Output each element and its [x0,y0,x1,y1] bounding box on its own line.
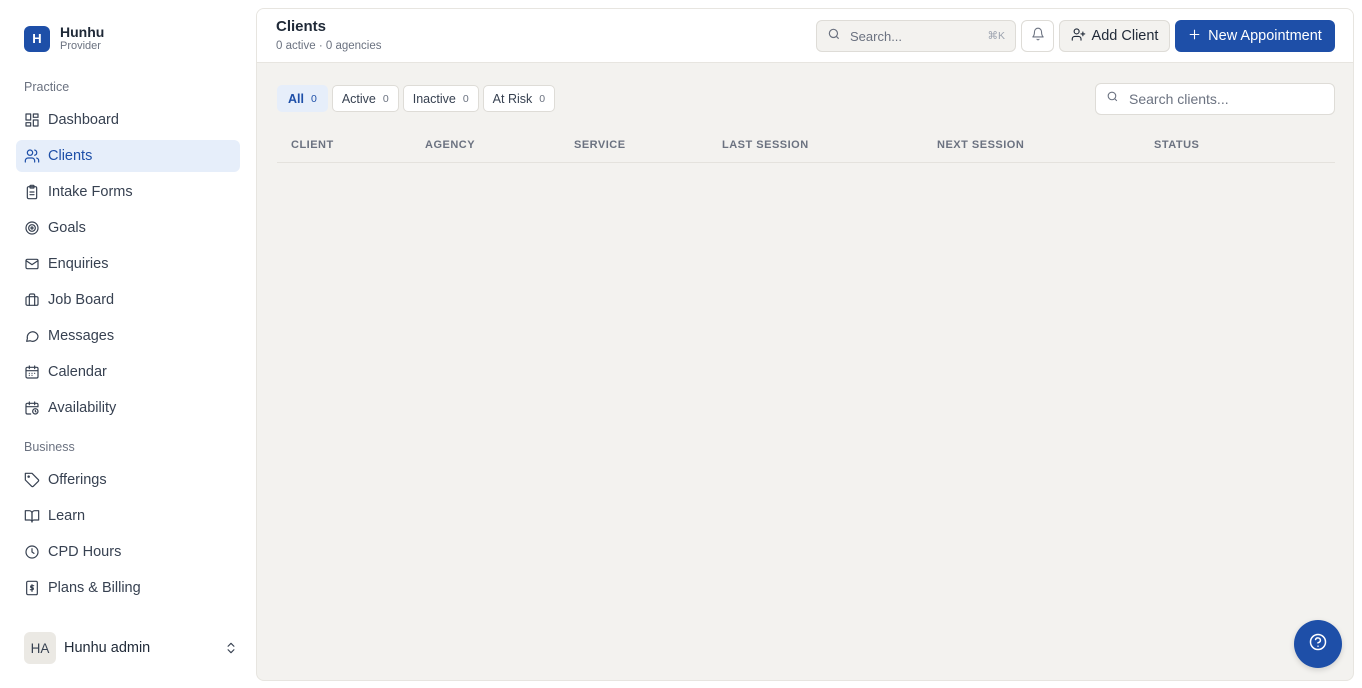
sidebar-item-label: Clients [48,148,93,164]
filter-label: All [288,91,304,106]
sidebar-item-cpd-hours[interactable]: CPD Hours [16,536,240,568]
global-search[interactable]: Search... ⌘K [816,20,1016,52]
sidebar-item-label: Messages [48,328,115,344]
sidebar-item-learn[interactable]: Learn [16,500,240,532]
search-icon [1106,90,1119,108]
calendar-icon [24,364,40,380]
global-search-placeholder: Search... [850,28,903,44]
page-subtitle: 0 active · 0 agencies [276,40,382,52]
sidebar-item-label: Calendar [48,364,107,380]
add-client-label: Add Client [1091,28,1159,44]
user-name: Hunhu admin [64,640,151,656]
message-icon [24,328,40,344]
book-icon [24,508,40,524]
notifications-button[interactable] [1021,20,1054,52]
table-header: CLIENT AGENCY SERVICE LAST SESSION NEXT … [277,132,1335,163]
sidebar-item-label: Offerings [48,472,107,488]
brand-logo: H [24,25,50,52]
bell-icon [1031,27,1045,46]
sidebar-item-clients[interactable]: Clients [16,140,240,172]
target-icon [24,220,40,236]
column-header-client[interactable]: CLIENT [291,139,334,151]
user-menu[interactable]: HA Hunhu admin [24,632,238,664]
status-filter-tabs: All 0 Active 0 Inactive 0 At Risk 0 [277,85,559,112]
filter-at-risk[interactable]: At Risk 0 [482,85,556,112]
tag-icon [24,472,40,488]
user-plus-icon [1071,27,1092,46]
sidebar-item-enquiries[interactable]: Enquiries [16,248,240,280]
add-client-button[interactable]: Add Client [1059,20,1170,52]
filter-label: Active [341,91,376,106]
sidebar-item-label: Plans & Billing [48,580,141,596]
avatar: HA [24,632,56,664]
receipt-icon [24,580,40,596]
sidebar-item-label: Intake Forms [48,184,133,200]
sidebar-item-job-board[interactable]: Job Board [16,284,240,316]
sidebar-item-availability[interactable]: Availability [16,392,240,424]
sidebar-item-label: Goals [48,220,86,236]
filter-count: 0 [539,92,546,105]
sidebar-item-label: Enquiries [48,256,109,272]
sidebar-item-plans-billing[interactable]: Plans & Billing [16,572,240,604]
sidebar-item-calendar[interactable]: Calendar [16,356,240,388]
filter-count: 0 [462,92,469,105]
column-header-status[interactable]: STATUS [1154,139,1199,151]
filter-label: At Risk [492,91,533,106]
sidebar-item-offerings[interactable]: Offerings [16,464,240,496]
filter-active[interactable]: Active 0 [331,85,399,112]
users-icon [24,148,40,164]
filter-inactive[interactable]: Inactive 0 [402,85,479,112]
help-button[interactable] [1294,620,1342,668]
clock-icon [24,544,40,560]
client-search [1095,83,1335,115]
page-title: Clients [276,18,327,35]
section-label-business: Business [24,440,75,454]
sidebar-item-label: Availability [48,400,117,416]
sidebar-item-dashboard[interactable]: Dashboard [16,104,240,136]
new-appointment-label: New Appointment [1208,28,1322,44]
sidebar-item-goals[interactable]: Goals [16,212,240,244]
sidebar: H Hunhu Provider Practice Dashboard Clie… [0,0,256,688]
filter-count: 0 [310,92,317,105]
dashboard-icon [24,112,40,128]
briefcase-icon [24,292,40,308]
new-appointment-button[interactable]: New Appointment [1175,20,1335,52]
calendar-clock-icon [24,400,40,416]
plus-icon [1188,28,1208,45]
column-header-next-session[interactable]: NEXT SESSION [937,139,1024,151]
search-shortcut: ⌘K [987,30,1005,42]
sidebar-item-label: Job Board [48,292,115,308]
sidebar-item-label: CPD Hours [48,544,122,560]
chevrons-up-down-icon [224,641,238,655]
brand[interactable]: H Hunhu Provider [24,25,104,52]
help-circle-icon [1308,632,1328,657]
sidebar-item-label: Dashboard [48,112,119,128]
page-header: Clients 0 active · 0 agencies Search... … [257,9,1353,63]
mail-icon [24,256,40,272]
column-header-last-session[interactable]: LAST SESSION [722,139,809,151]
client-search-input[interactable] [1129,91,1319,107]
filter-label: Inactive [412,91,456,106]
filter-all[interactable]: All 0 [277,85,328,112]
sidebar-item-messages[interactable]: Messages [16,320,240,352]
main-panel: Clients 0 active · 0 agencies Search... … [256,8,1354,681]
section-label-practice: Practice [24,80,70,94]
brand-role: Provider [60,40,101,52]
sidebar-item-intake-forms[interactable]: Intake Forms [16,176,240,208]
brand-name: Hunhu [60,24,105,40]
column-header-agency[interactable]: AGENCY [425,139,475,151]
column-header-service[interactable]: SERVICE [574,139,626,151]
sidebar-item-label: Learn [48,508,86,524]
filter-count: 0 [382,92,389,105]
search-icon [827,27,841,46]
clipboard-icon [24,184,40,200]
